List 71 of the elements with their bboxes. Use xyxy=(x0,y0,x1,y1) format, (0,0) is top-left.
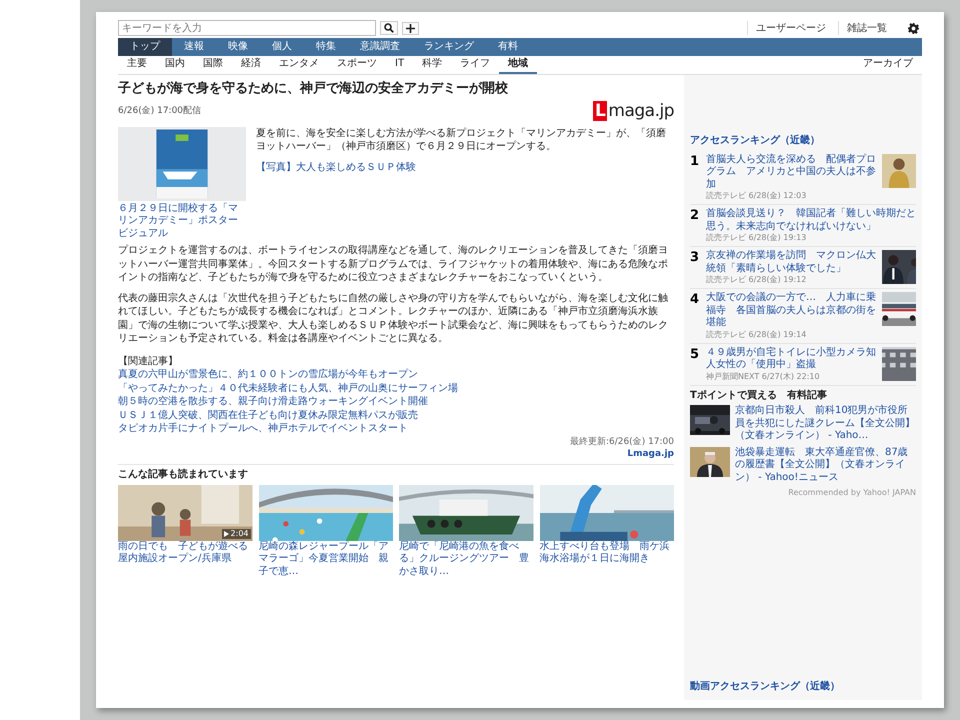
category-tab[interactable]: 国際 xyxy=(194,56,232,74)
category-tab[interactable]: スポーツ xyxy=(328,56,386,74)
related-link[interactable]: タピオカ片手にナイトプールへ、神戸ホテルでイベントスタート xyxy=(118,422,674,436)
category-tab[interactable]: 国内 xyxy=(156,56,194,74)
ranking-link[interactable]: 首脳夫人ら交流を深める 配偶者プログラム アメリカと中国の夫人は不参加 xyxy=(706,154,878,191)
category-tab[interactable]: 経済 xyxy=(232,56,270,74)
category-tab[interactable]: IT xyxy=(386,56,414,74)
sidebar-heading: Tポイントで買える 有料記事 xyxy=(690,390,828,402)
header-link[interactable]: 雑誌一覧 xyxy=(838,21,895,35)
ranking-link[interactable]: ４９歳男が自宅トイレに小型カメラ知人女性の「使用中」盗撮 xyxy=(706,346,878,372)
nav-tab[interactable]: 意識調査 xyxy=(348,38,412,56)
nav-tab[interactable]: 個人 xyxy=(260,38,304,56)
ranking-link[interactable]: 大阪での会議の一方で… 人力車に乗福寺 各国首脳の夫人らは京都の街を堪能 xyxy=(706,292,878,330)
image-caption[interactable]: ６月２９日に開校する「マリンアカデミー」ポスタービジュアル xyxy=(118,202,246,240)
article-paragraph: 夏を前に、海を安全に楽しむ方法が学べる新プロジェクト「マリンアカデミー」が、「須磨ヨットハーバー」（神戸市須磨区）で６月２９日にオープンする。 xyxy=(256,126,667,154)
paid-article-link[interactable]: 京都向日市殺人 前科10犯男が市役所員を共犯にした謎クレーム【全文公開】（文春オンライン） - Yaho… xyxy=(735,405,916,442)
category-tab[interactable]: 地域 xyxy=(499,56,538,74)
rank-number: 2 xyxy=(690,208,700,225)
article-card[interactable]: 尼崎の森レジャープール「アマラーゴ」今夏営業開始 親子で恵… xyxy=(258,484,393,578)
nav-tab[interactable]: トップ xyxy=(118,38,172,56)
article-title: 子どもが海で身を守るために、神戸で海辺の安全アカデミーが開校 xyxy=(118,81,509,98)
article-card[interactable]: 2:04 雨の日でも 子どもが遊べる屋内施設オープン/兵庫県 xyxy=(118,484,252,578)
article-paragraph: 代表の藤田宗久さんは「次世代を担う子どもたちに自然の厳しさや身の守り方を学んでもらいながら、海を楽しむ文化に触れてほしい。子どもたちが成長する機会になれば」とコメント。レクチャーのほか、近隣にある「神戸市立須磨海浜水族園」で海の生物について学ぶ授業や、大人も楽しめるＳＵＰ体験やボート試乗会など、海に興味をもってもらうためのレクリエーションも予定されている。料金は各講座やイベントごとに異なる。 xyxy=(118,292,669,346)
article-card[interactable]: 尼崎で「尼崎港の魚を食べる」クルージングツアー 豊かさ取り… xyxy=(399,484,534,578)
article-meta: 読売テレビ 6/28(金) 19:13 xyxy=(706,233,808,243)
related-link[interactable]: ＵＳＪ１億人突破、関西在住子ども向け夏休み限定無料パスが販売 xyxy=(118,408,674,422)
nav-tab[interactable]: ランキング xyxy=(412,38,486,56)
article-meta: 読売テレビ 6/28(金) 12:03 xyxy=(706,191,808,201)
publisher-logo: L maga.jp xyxy=(593,100,674,123)
nav-tab[interactable]: 特集 xyxy=(304,38,348,56)
article-meta: 読売テレビ 6/28(金) 19:14 xyxy=(706,330,808,340)
category-tab[interactable]: エンタメ xyxy=(270,56,328,74)
related-link[interactable]: 「やってみたかった」４０代未経験者にも人気、神戸の山奥にサーフィン場 xyxy=(118,382,674,396)
ranking-link[interactable]: 京友禅の作業場を訪問 マクロン仏大統領「素晴らしい体験でした」 xyxy=(706,250,878,275)
duration-badge: 2:04 xyxy=(222,528,250,539)
related-link[interactable]: 朝５時の空港を散歩する、親子向け滑走路ウォーキングイベント開催 xyxy=(118,395,674,409)
archive-link[interactable]: アーカイブ xyxy=(854,56,922,74)
nav-tab[interactable]: 映像 xyxy=(216,38,260,56)
category-tab[interactable]: 科学 xyxy=(413,56,452,74)
rank-number: 1 xyxy=(690,154,700,170)
rank-number: 4 xyxy=(690,292,700,309)
add-button[interactable] xyxy=(402,22,419,34)
article-paragraph: プロジェクトを運営するのは、ボートライセンスの取得講座などを通して、海のレクリエーションを普及してきた「須磨ヨットハーバー運営共同事業体」。今回スタートする新プログラムでは、ライフジャケットの着用体験や、海にある危険なポイントの指南など、子どもたちが海で身を守るために役立つさまざまなレクチャーをおこなっていくという。 xyxy=(118,244,669,285)
plus-icon xyxy=(406,24,415,32)
section-heading: こんな記事も読まれています xyxy=(118,468,249,482)
article-meta: 神戸新聞NEXT 6/27(木) 22:10 xyxy=(706,372,821,382)
sidebar-heading: 動画アクセスランキング（近畿） xyxy=(690,680,841,693)
related-heading: 【関連記事】 xyxy=(118,354,179,368)
rank-number: 3 xyxy=(690,250,700,267)
article-meta: 読売テレビ 6/28(金) 19:12 xyxy=(706,275,808,285)
search-button[interactable] xyxy=(380,21,398,35)
sidebar-heading: アクセスランキング（近畿） xyxy=(690,135,821,148)
publish-date: 6/26(金) 17:00配信 xyxy=(118,105,202,118)
nav-tab[interactable]: 有料 xyxy=(486,38,530,56)
article-card[interactable]: 水上すべり台も登場 雨ケ浜海水浴場が１日に海開き xyxy=(540,484,674,578)
nav-tab[interactable]: 速報 xyxy=(172,38,216,56)
header-link[interactable]: ユーザーページ xyxy=(747,21,834,35)
paid-article-link[interactable]: 池袋暴走運転 東大卒通産官僚、87歳の履歴書【全文公開】（文春オンライン） - Yahoo!ニュース xyxy=(735,446,916,484)
category-tab[interactable]: 主要 xyxy=(118,56,156,74)
settings-icon xyxy=(908,22,919,34)
ranking-link[interactable]: 首脳会談見送り？ 韓国記者「難しい時期だと思う。未来志向でなければいけない」 xyxy=(706,208,916,233)
search-field[interactable]: キーワードを入力 xyxy=(118,20,376,36)
credit-text: Recommended by Yahoo! JAPAN xyxy=(787,488,916,498)
source-link[interactable]: Lmaga.jp xyxy=(627,448,674,459)
rank-number: 5 xyxy=(690,346,700,364)
category-tab[interactable]: ライフ xyxy=(451,56,500,74)
search-icon xyxy=(384,23,394,33)
photo-link[interactable]: 【写真】大人も楽しめるＳＵＰ体験 xyxy=(256,162,416,173)
last-updated: 最終更新:6/26(金) 17:00 xyxy=(568,436,674,448)
settings-button[interactable] xyxy=(905,22,922,34)
related-link[interactable]: 真夏の六甲山が雪景色に、約１００トンの雪広場が今年もオープン xyxy=(118,368,674,382)
